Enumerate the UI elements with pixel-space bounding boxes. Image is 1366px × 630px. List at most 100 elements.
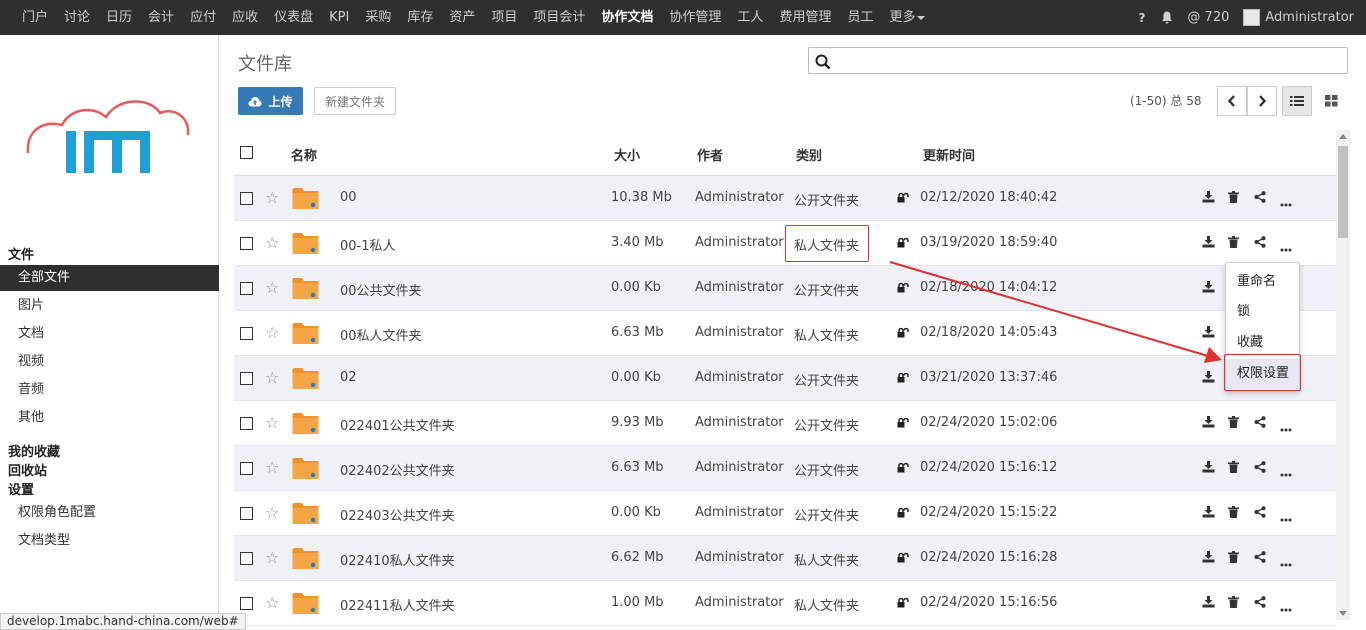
share-icon[interactable] [1254,506,1280,520]
file-name[interactable]: 022403公共文件夹 [340,505,455,524]
select-all-checkbox[interactable] [240,146,253,159]
file-name[interactable]: 00公共文件夹 [340,280,422,299]
sidebar-item-videos[interactable]: 视频 [0,349,219,375]
table-row[interactable]: ☆ 00私人文件夹 6.63 Mb Administrator 私人文件夹 02/18/2… [234,311,1336,356]
column-header-name[interactable]: 名称 [291,145,317,164]
row-checkbox[interactable] [240,552,253,565]
nav-item-dashboard[interactable]: 仪表盘 [266,0,321,35]
download-icon[interactable] [1202,506,1228,520]
star-icon[interactable]: ☆ [265,278,279,297]
nav-item-calendar[interactable]: 日历 [98,0,140,35]
share-icon[interactable] [1254,416,1280,430]
trash-icon[interactable] [1228,506,1254,520]
unlock-icon[interactable] [897,552,909,567]
search-input[interactable] [808,47,1348,74]
unlock-icon[interactable] [897,597,909,612]
menu-item-lock[interactable]: 锁 [1226,297,1299,327]
more-options-icon[interactable] [1280,596,1306,612]
file-name[interactable]: 022401公共文件夹 [340,415,455,434]
column-header-updated[interactable]: 更新时间 [923,145,975,164]
star-icon[interactable]: ☆ [265,188,279,207]
nav-item-portal[interactable]: 门户 [14,0,56,35]
sidebar-section-settings[interactable]: 设置 [8,479,34,498]
file-name[interactable]: 00私人文件夹 [340,325,422,344]
sidebar-section-favorites[interactable]: 我的收藏 [8,441,60,460]
sidebar-item-document-types[interactable]: 文档类型 [0,528,219,554]
more-options-icon[interactable] [1280,416,1306,432]
trash-icon[interactable] [1228,551,1254,565]
folder-icon[interactable] [292,276,319,300]
row-checkbox[interactable] [240,372,253,385]
sidebar-item-documents[interactable]: 文档 [0,321,219,347]
menu-item-rename[interactable]: 重命名 [1226,267,1299,297]
trash-icon[interactable] [1228,236,1254,250]
sidebar-item-all-files[interactable]: 全部文件 [0,265,219,291]
unlock-icon[interactable] [897,282,909,297]
download-icon[interactable] [1202,416,1228,430]
row-checkbox[interactable] [240,327,253,340]
star-icon[interactable]: ☆ [265,233,279,252]
row-checkbox[interactable] [240,462,253,475]
table-row[interactable]: ☆ 02 0.00 Kb Administrator 公开文件夹 03/21/2020 1… [234,356,1336,401]
folder-icon[interactable] [292,231,319,255]
folder-icon[interactable] [292,591,319,615]
avatar[interactable] [1243,9,1261,26]
unlock-icon[interactable] [897,462,909,477]
share-icon[interactable] [1254,461,1280,475]
row-checkbox[interactable] [240,507,253,520]
trash-icon[interactable] [1228,596,1254,610]
nav-item-project-accounting[interactable]: 项目会计 [525,0,593,35]
share-icon[interactable] [1254,596,1280,610]
folder-icon[interactable] [292,366,319,390]
table-row[interactable]: ☆ 022403公共文件夹 0.00 Kb Administrator 公开文件夹 02/… [234,491,1336,536]
table-row[interactable]: ☆ 022402公共文件夹 6.63 Mb Administrator 公开文件夹 02/… [234,446,1336,491]
unlock-icon[interactable] [897,417,909,432]
star-icon[interactable]: ☆ [265,503,279,522]
nav-item-receivable[interactable]: 应收 [224,0,266,35]
upload-button[interactable]: 上传 [238,87,303,115]
folder-icon[interactable] [292,501,319,525]
star-icon[interactable]: ☆ [265,413,279,432]
download-icon[interactable] [1202,551,1228,565]
nav-item-workers[interactable]: 工人 [729,0,771,35]
sidebar-item-other[interactable]: 其他 [0,405,219,431]
row-checkbox[interactable] [240,417,253,430]
more-options-icon[interactable] [1280,236,1306,252]
nav-item-more[interactable]: 更多 [881,0,933,35]
trash-icon[interactable] [1228,416,1254,430]
folder-icon[interactable] [292,186,319,210]
star-icon[interactable]: ☆ [265,368,279,387]
star-icon[interactable]: ☆ [265,593,279,612]
scroll-down-arrow-icon[interactable] [1339,611,1347,616]
nav-item-accounting[interactable]: 会计 [140,0,182,35]
nav-item-expenses[interactable]: 费用管理 [771,0,839,35]
share-icon[interactable] [1254,236,1280,250]
mentions-counter[interactable]: @ 720 [1187,10,1229,25]
table-row[interactable]: ☆ 022401公共文件夹 9.93 Mb Administrator 公开文件夹 02/… [234,401,1336,446]
nav-item-payable[interactable]: 应付 [182,0,224,35]
bell-icon[interactable] [1161,11,1173,24]
help-icon[interactable]: ? [1138,11,1145,25]
new-folder-button[interactable]: 新建文件夹 [314,87,396,115]
sidebar-section-recycle[interactable]: 回收站 [8,460,47,479]
column-header-size[interactable]: 大小 [614,145,640,164]
row-checkbox[interactable] [240,192,253,205]
star-icon[interactable]: ☆ [265,548,279,567]
unlock-icon[interactable] [897,372,909,387]
trash-icon[interactable] [1228,461,1254,475]
share-icon[interactable] [1254,551,1280,565]
vertical-scrollbar[interactable] [1336,130,1350,620]
column-header-category[interactable]: 类别 [796,145,822,164]
more-options-icon[interactable] [1280,191,1306,207]
sidebar-item-permission-roles[interactable]: 权限角色配置 [0,500,219,526]
download-icon[interactable] [1202,236,1228,250]
list-view-button[interactable] [1282,86,1312,116]
unlock-icon[interactable] [897,192,909,207]
pager-previous-button[interactable] [1217,86,1247,116]
sidebar-section-files[interactable]: 文件 [8,244,34,263]
nav-item-inventory[interactable]: 库存 [399,0,441,35]
nav-item-collab-mgmt[interactable]: 协作管理 [661,0,729,35]
nav-item-discuss[interactable]: 讨论 [56,0,98,35]
star-icon[interactable]: ☆ [265,323,279,342]
user-menu[interactable]: Administrator [1265,10,1354,25]
